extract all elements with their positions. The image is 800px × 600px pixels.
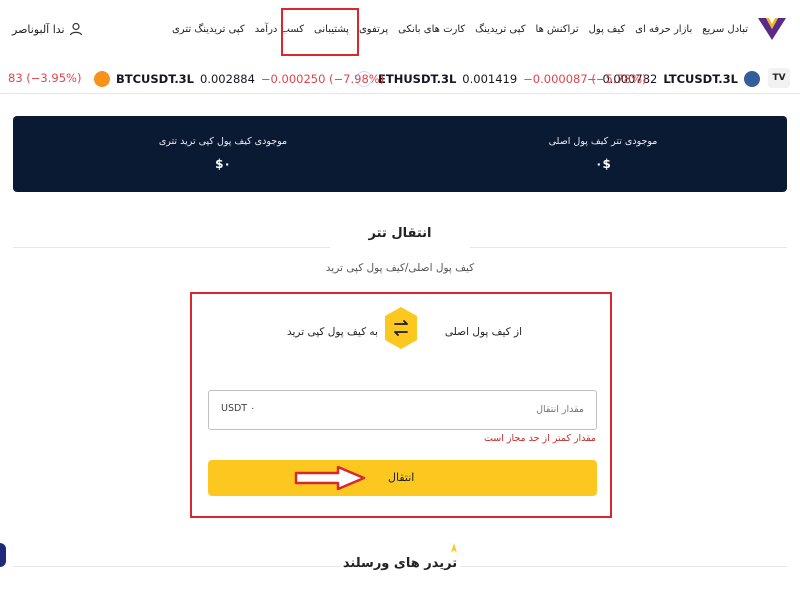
- amount-error-message: مقدار کمتر از حد مجاز است: [483, 433, 596, 444]
- price-ticker: − 0.000782 LTCUSDT.3L ETHUSDT.3L 0.00141…: [0, 62, 800, 94]
- main-wallet-balance: موجودی تتر کیف پول اصلی ۰$: [453, 136, 753, 171]
- transfer-amount-input[interactable]: مقدار انتقال USDT ۰: [208, 390, 597, 430]
- top-navigation: تبادل سریع بازار حرفه ای کیف پول تراکنش …: [0, 0, 800, 58]
- ticker-price: 0.002884: [200, 72, 255, 86]
- copy-trade-wallet-balance: موجودی کیف پول کپی ترید تتری $۰: [73, 136, 373, 171]
- copy-trade-wallet-label: موجودی کیف پول کپی ترید تتری: [158, 136, 288, 147]
- nav-item-copy-trading[interactable]: کپی تریدینگ: [475, 24, 525, 35]
- user-icon: [69, 22, 82, 36]
- from-wallet-label: از کیف پول اصلی: [444, 326, 522, 338]
- balances-panel: موجودی تتر کیف پول اصلی ۰$ موجودی کیف پو…: [13, 116, 787, 192]
- nav-item-portfolio[interactable]: پرتفوی: [359, 24, 388, 35]
- to-wallet-label: به کیف پول کپی ترید: [287, 326, 378, 338]
- user-name: ندا آلبوناصر: [12, 22, 65, 36]
- btc-coin-icon: [94, 71, 110, 87]
- swap-icon[interactable]: [384, 306, 418, 350]
- ticker-change: −0.000250 (−7.98%): [260, 72, 385, 86]
- nav-item-pro-market[interactable]: بازار حرفه ای: [635, 24, 692, 35]
- sparkle-icon: [451, 543, 457, 553]
- nav-item-wallet[interactable]: کیف پول: [589, 24, 626, 35]
- nav-item-bank-cards[interactable]: کارت های بانکی: [398, 24, 465, 35]
- nav-item-quick-exchange[interactable]: تبادل سریع: [702, 24, 748, 35]
- transfer-button[interactable]: انتقال: [208, 460, 597, 496]
- ltc-coin-icon: [744, 71, 760, 87]
- amount-placeholder: مقدار انتقال: [536, 404, 584, 415]
- transfer-button-label: انتقال: [388, 471, 415, 484]
- amount-value: USDT ۰: [221, 403, 256, 414]
- ticker-change: −0.000087 (−5.78%): [523, 72, 647, 86]
- arrow-right-icon: [294, 465, 366, 491]
- nav-menu: تبادل سریع بازار حرفه ای کیف پول تراکنش …: [172, 24, 748, 35]
- brand-logo-icon[interactable]: [756, 12, 788, 44]
- main-wallet-value: ۰$: [595, 157, 611, 171]
- transfer-title: انتقال تتر: [330, 226, 470, 250]
- side-tab[interactable]: [0, 543, 6, 567]
- nav-item-transactions[interactable]: تراکنش ها: [536, 24, 579, 35]
- ticker-symbol: BTCUSDT.3L: [116, 72, 195, 86]
- user-menu[interactable]: ندا آلبوناصر: [12, 22, 83, 36]
- ticker-item[interactable]: 83 (−3.95%): [8, 71, 81, 85]
- transfer-form: از کیف پول اصلی به کیف پول کپی ترید مقدا…: [190, 292, 612, 518]
- main-wallet-label: موجودی تتر کیف پول اصلی: [548, 136, 658, 147]
- ticker-change: 83 (−3.95%): [8, 71, 82, 85]
- nav-highlight-frame: [281, 8, 359, 56]
- ticker-symbol: ETHUSDT.3L: [378, 72, 457, 86]
- copy-trade-wallet-value: $۰: [215, 157, 231, 171]
- ticker-price: 0.001419: [462, 72, 518, 86]
- ticker-item[interactable]: BTCUSDT.3L 0.002884 −0.000250 (−7.98%): [94, 71, 384, 87]
- ticker-item[interactable]: ETHUSDT.3L 0.001419 −0.000087 (−5.78%): [356, 71, 646, 87]
- ticker-symbol: LTCUSDT.3L: [663, 72, 738, 86]
- transfer-subtitle: کیف پول اصلی/کیف پول کپی ترید: [325, 262, 475, 274]
- traders-title: تریدر های ورسلند: [340, 556, 460, 578]
- nav-item-tether-copy-trading[interactable]: کپی تریدینگ تتری: [172, 24, 245, 35]
- tradingview-badge[interactable]: TV: [768, 68, 790, 88]
